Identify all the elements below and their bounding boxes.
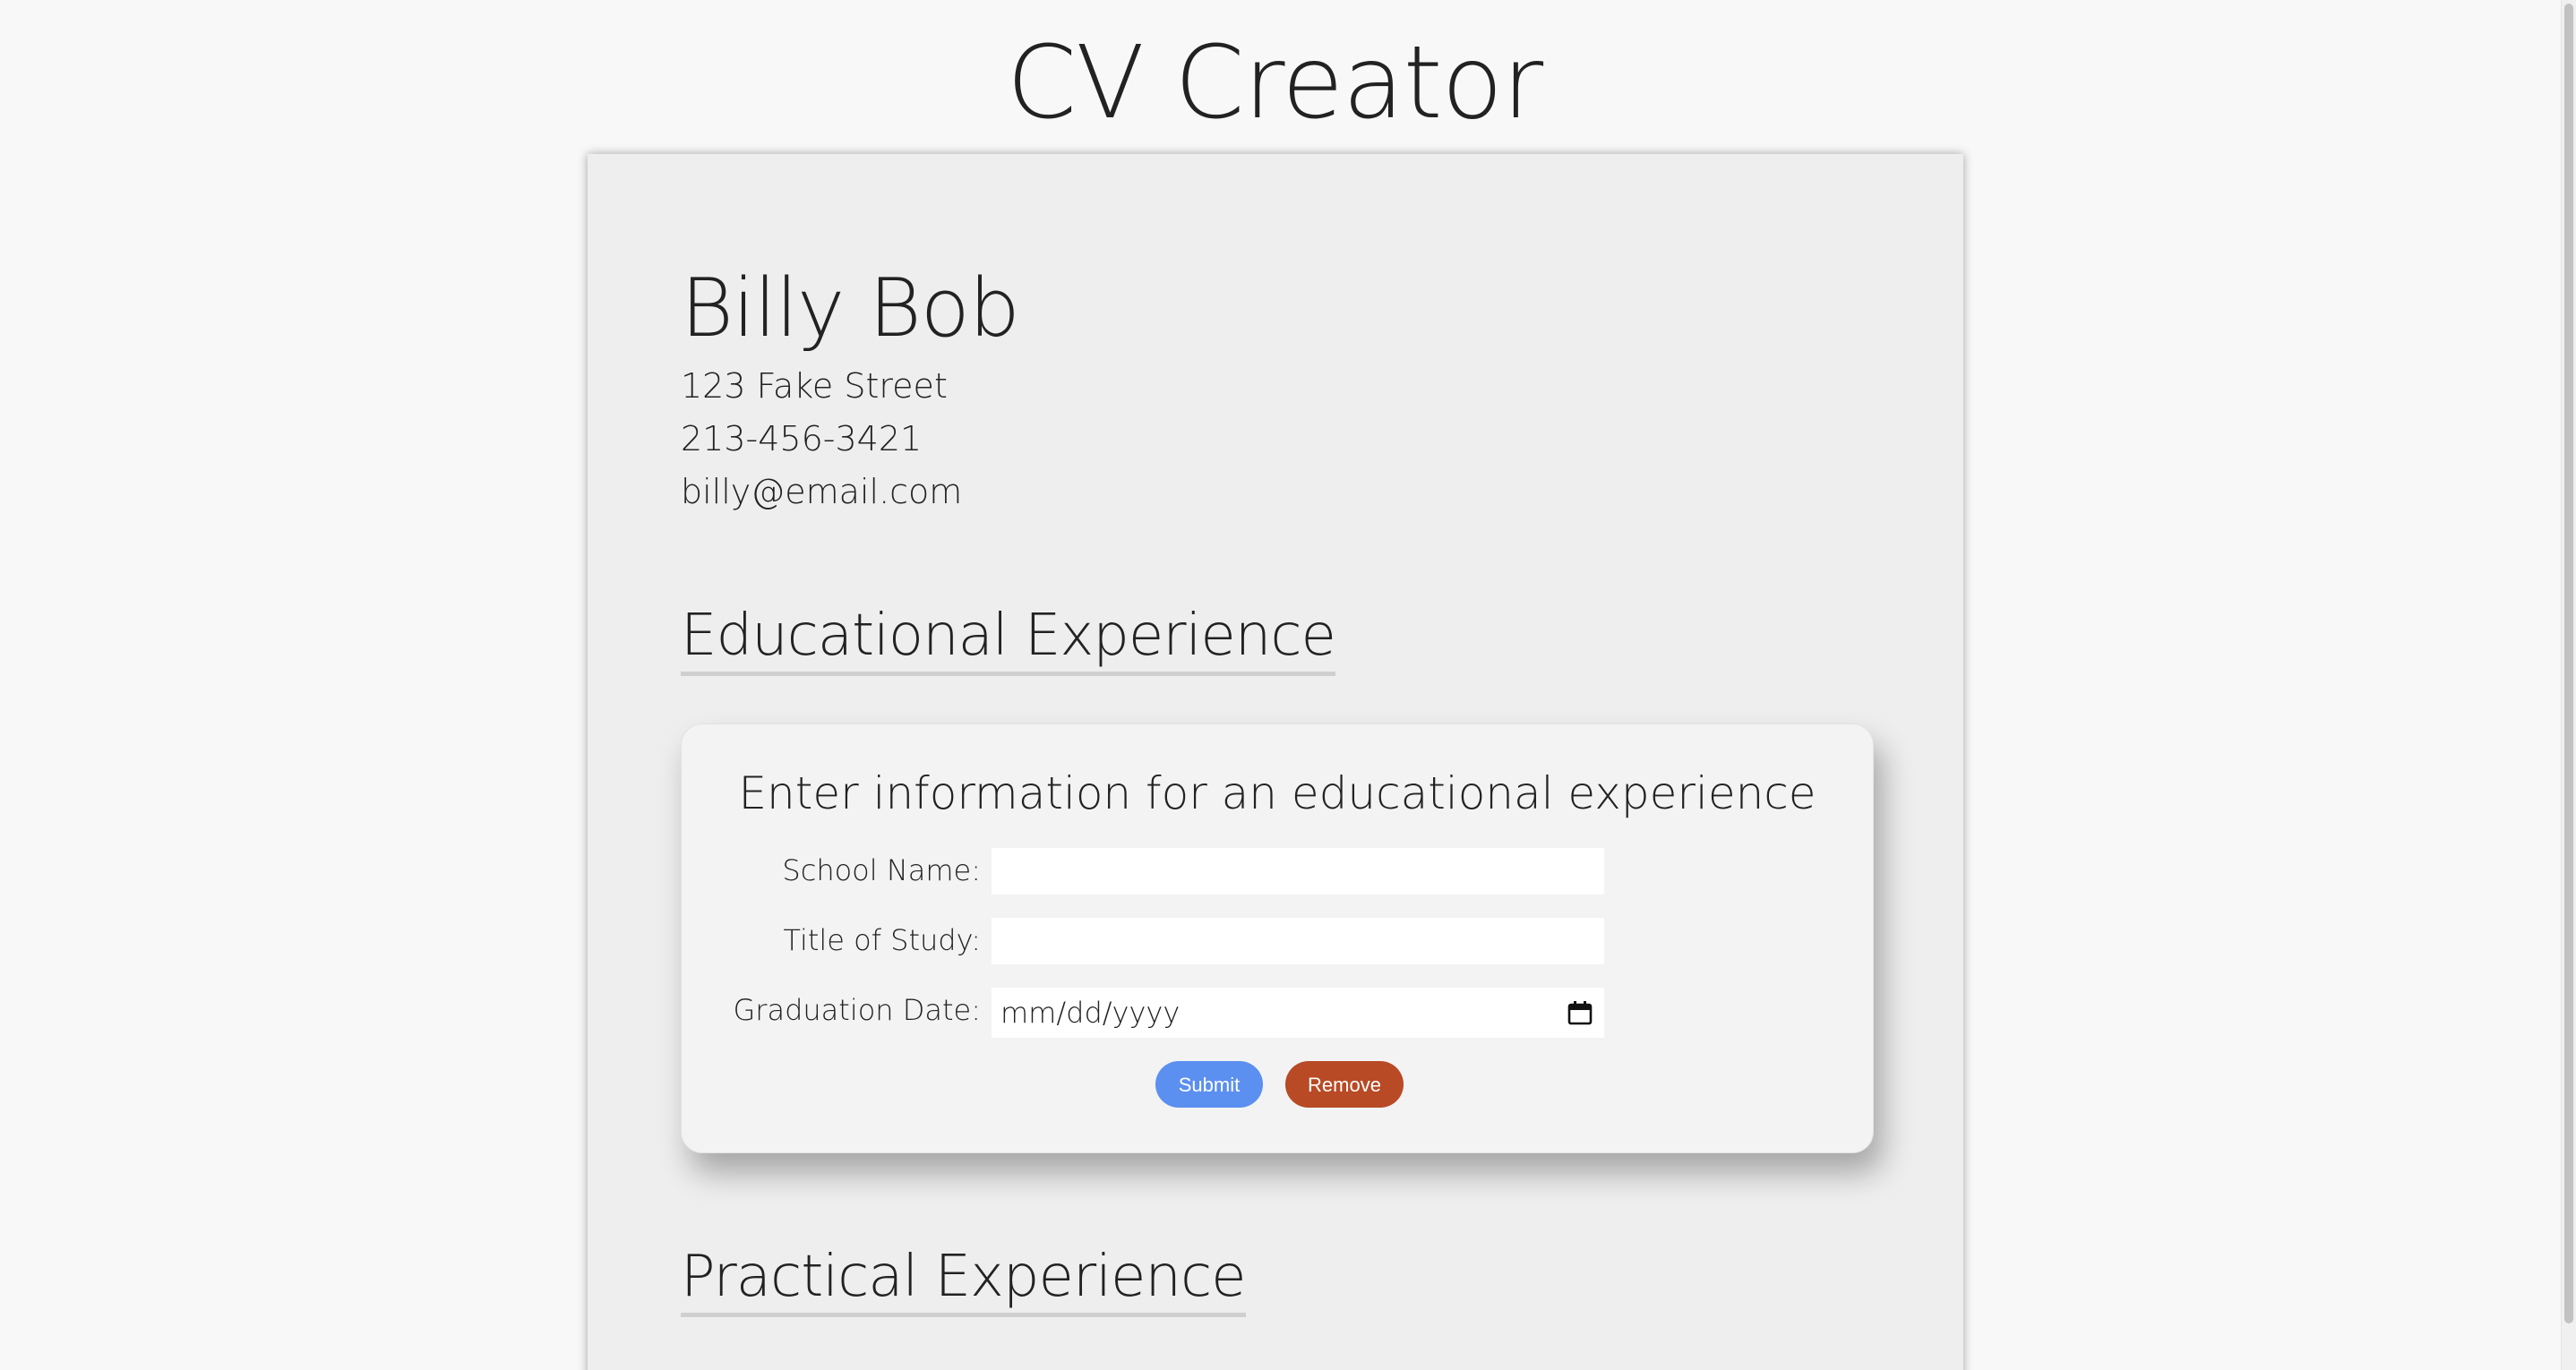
person-name: Billy Bob xyxy=(681,261,1020,355)
scrollbar-thumb[interactable] xyxy=(2564,4,2573,1323)
school-name-input[interactable] xyxy=(992,848,1604,895)
scrollbar[interactable] xyxy=(2561,0,2576,1370)
remove-button[interactable]: Remove xyxy=(1285,1061,1404,1108)
practical-experience-heading: Practical Experience xyxy=(681,1243,1246,1317)
submit-button[interactable]: Submit xyxy=(1155,1061,1263,1108)
title-of-study-input[interactable] xyxy=(992,918,1604,964)
graduation-date-input[interactable]: mm/dd/yyyy xyxy=(992,988,1604,1038)
page: CV Creator Billy Bob 123 Fake Street 213… xyxy=(0,0,2576,1370)
contact-phone: 213-456-3421 xyxy=(681,419,923,458)
graduation-date-placeholder: mm/dd/yyyy xyxy=(1000,996,1181,1030)
calendar-icon[interactable] xyxy=(1567,999,1593,1026)
education-form: Enter information for an educational exp… xyxy=(681,724,1874,1153)
education-form-heading: Enter information for an educational exp… xyxy=(738,767,1816,819)
contact-address: 123 Fake Street xyxy=(681,366,948,406)
title-of-study-label: Title of Study: xyxy=(783,923,981,957)
contact-email: billy@email.com xyxy=(681,472,963,511)
school-name-label: School Name: xyxy=(782,853,981,887)
graduation-date-label: Graduation Date: xyxy=(733,993,982,1027)
educational-experience-heading: Educational Experience xyxy=(681,602,1336,676)
app-title: CV Creator xyxy=(1006,25,1543,141)
cv-sheet: Billy Bob 123 Fake Street 213-456-3421 b… xyxy=(588,154,1963,1370)
